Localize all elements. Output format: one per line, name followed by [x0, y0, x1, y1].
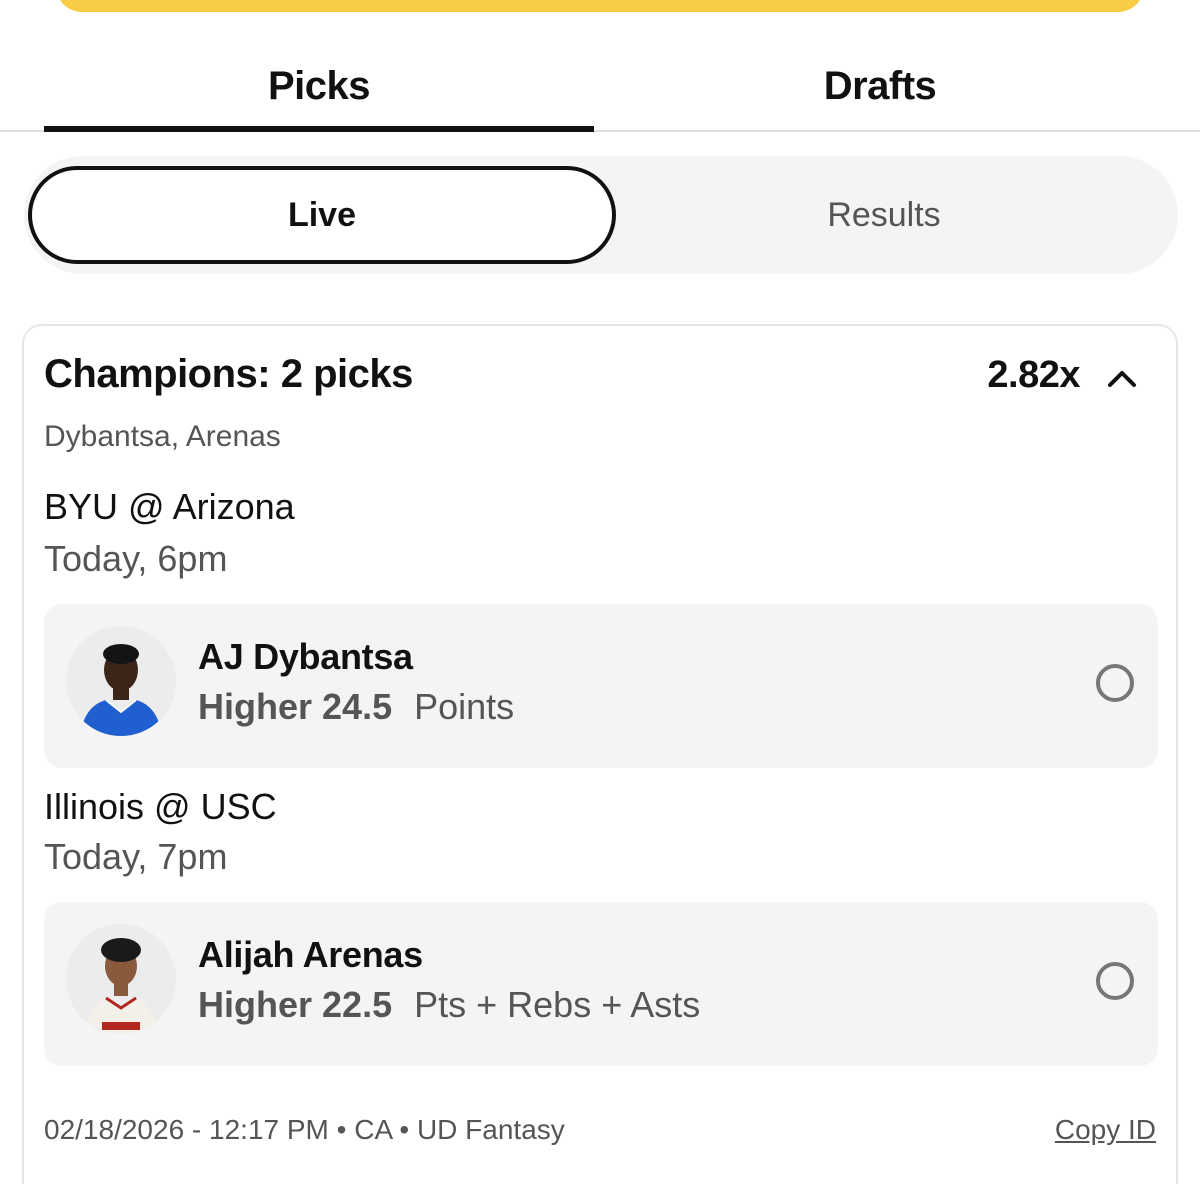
page: Picks Drafts Live Results Champions: 2 p… — [0, 0, 1200, 1184]
game-time: Today, 7pm — [44, 836, 228, 877]
pick-row[interactable]: AJ Dybantsa Higher 24.5 Points — [44, 604, 1158, 768]
players-summary: Dybantsa, Arenas — [44, 420, 281, 453]
circle-outline-icon — [1096, 664, 1134, 702]
payout-multiplier: 2.82x — [987, 354, 1080, 396]
segment-results[interactable]: Results — [624, 166, 1144, 264]
top-banner[interactable] — [56, 0, 1144, 12]
player-name: AJ Dybantsa — [198, 636, 413, 677]
status-segmented-control: Live Results — [24, 156, 1178, 274]
player-name: Alijah Arenas — [198, 934, 423, 975]
main-tabs: Picks Drafts — [0, 40, 1200, 132]
pick-stat: Pts + Rebs + Asts — [414, 984, 701, 1025]
game-matchup: Illinois @ USC — [44, 786, 277, 827]
pick-row[interactable]: Alijah Arenas Higher 22.5 Pts + Rebs + A… — [44, 902, 1158, 1066]
pick-direction: Higher — [198, 984, 313, 1025]
entry-card: Champions: 2 picks 2.82x Dybantsa, Arena… — [22, 324, 1178, 1184]
entry-title: Champions: 2 picks — [44, 352, 413, 396]
chevron-up-icon[interactable] — [1104, 360, 1140, 396]
pick-value: 22.5 — [322, 984, 393, 1025]
pick-direction: Higher — [198, 686, 313, 727]
active-tab-indicator — [44, 126, 594, 132]
player-avatar — [66, 626, 176, 736]
tab-drafts[interactable]: Drafts — [600, 40, 1160, 132]
pick-stat: Points — [414, 686, 515, 727]
pick-value: 24.5 — [322, 686, 393, 727]
copy-id-link[interactable]: Copy ID — [1055, 1114, 1156, 1146]
segment-live[interactable]: Live — [28, 166, 616, 264]
circle-outline-icon — [1096, 962, 1134, 1000]
game-matchup: BYU @ Arizona — [44, 486, 295, 527]
pick-line: Higher 22.5 Pts + Rebs + Asts — [198, 984, 700, 1026]
player-avatar — [66, 924, 176, 1034]
tab-picks[interactable]: Picks — [44, 40, 594, 132]
pick-line: Higher 24.5 Points — [198, 686, 514, 728]
game-time: Today, 6pm — [44, 538, 228, 579]
entry-meta: 02/18/2026 - 12:17 PM • CA • UD Fantasy — [44, 1114, 565, 1145]
